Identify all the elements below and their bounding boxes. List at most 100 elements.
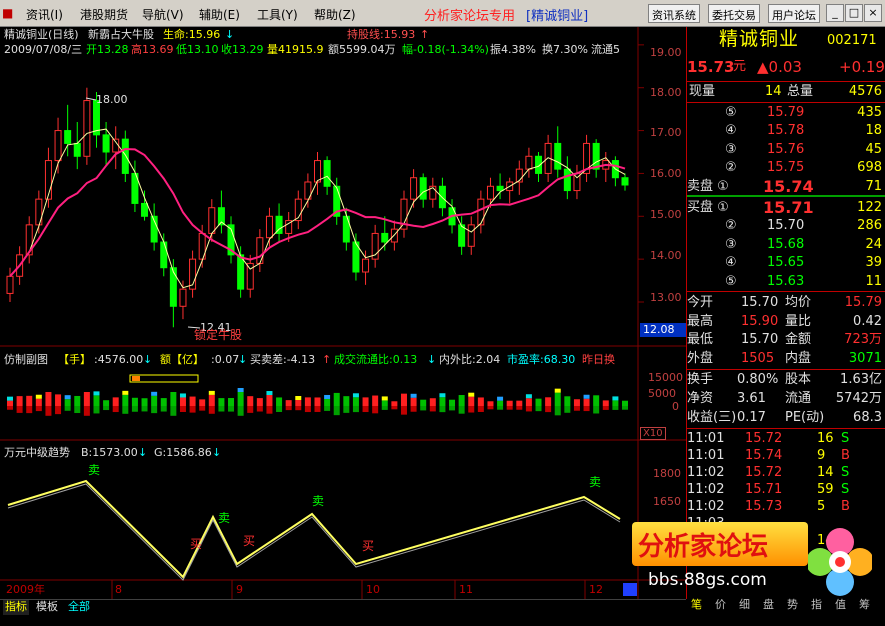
xaxis-label: 8	[115, 583, 122, 596]
stat-label: 流通	[785, 391, 812, 406]
menu-nav[interactable]: 导航(V)	[142, 6, 184, 23]
high-marker: 18.00	[96, 93, 128, 106]
candle-body	[73, 142, 81, 157]
vol-bar-top	[304, 397, 311, 406]
bottom-bar: 指标 模板 全部	[0, 599, 686, 626]
stats-amplitude: 振4.38%	[490, 43, 536, 56]
vol-bar-cap	[208, 390, 215, 395]
stat-label: 股本	[785, 372, 812, 387]
trade-button[interactable]: 委托交易	[708, 4, 760, 23]
buy-volume: 11	[865, 273, 882, 289]
vol-bar-top	[535, 398, 542, 406]
candle-body	[265, 215, 273, 239]
sub1-vol: :4576.00	[94, 353, 144, 366]
signal-sell: 卖	[589, 475, 602, 489]
stat-value: 0.17	[737, 410, 766, 425]
sub1-ytick: 15000	[648, 371, 683, 384]
menu-tools[interactable]: 工具(Y)	[257, 6, 298, 23]
vol-bar-top	[593, 395, 600, 406]
vol-bar-top	[525, 398, 532, 406]
vol-bar-bottom	[199, 406, 206, 411]
tab-indicator[interactable]: 指标	[3, 600, 29, 615]
vol-bar-cap	[497, 396, 504, 401]
vol-bar-top	[343, 396, 350, 406]
maximize-icon[interactable]: □	[845, 4, 863, 22]
tab-all[interactable]: 全部	[66, 600, 92, 615]
candle-body	[121, 138, 129, 174]
vol-bar-bottom	[449, 406, 456, 411]
vol-bar-bottom	[16, 406, 23, 413]
scale-button[interactable]: X10	[640, 427, 666, 440]
stat-label: 换手	[687, 372, 714, 387]
vol-bar-bottom	[573, 406, 580, 411]
hold-line-label: 持股线:15.93	[347, 28, 416, 41]
stats-low: 低13.10	[176, 43, 219, 56]
vol-bar-bottom	[189, 406, 196, 413]
vol-bar-top	[497, 400, 504, 406]
forum-button[interactable]: 用户论坛	[768, 4, 820, 23]
stat-row: 最高 15.90 量比 0.42	[687, 312, 885, 332]
menu-hk-futures[interactable]: 港股期货	[80, 6, 128, 23]
candle-body	[381, 232, 389, 243]
menu-assist[interactable]: 辅助(E)	[199, 6, 240, 23]
vol-bar-top	[429, 398, 436, 406]
vol-bar-bottom	[372, 406, 379, 414]
stat-value: 3071	[848, 350, 882, 366]
vol-bar-cap	[468, 392, 475, 397]
candle-body	[419, 177, 427, 200]
vol-bar-top	[516, 400, 523, 406]
vol-bar-bottom	[237, 406, 244, 416]
vol-bar-bottom	[420, 406, 427, 411]
vol-bar-bottom	[55, 406, 62, 415]
vol-bar-top	[179, 397, 186, 406]
app-icon[interactable]: ■	[2, 6, 13, 20]
watermark-title: 分析家论坛	[638, 532, 769, 562]
vol-bar-top	[554, 392, 561, 406]
ytick: 18.00	[650, 86, 682, 99]
menu-news[interactable]: 资讯(I)	[26, 6, 63, 23]
sell-volume: 45	[865, 141, 882, 157]
chart-area[interactable]: 精诚铜业(日线) 新霸占大牛股 生命:15.96 ↓ 持股线:15.93 ↑ 2…	[0, 27, 686, 599]
vol-bar-bottom	[228, 406, 235, 412]
candle-body	[486, 185, 494, 200]
close-icon[interactable]: ×	[864, 4, 882, 22]
kline-svg[interactable]	[0, 27, 686, 599]
vol-bar-top	[141, 398, 148, 406]
buy-level: ⑤	[725, 273, 737, 289]
indicator-name: 新霸占大牛股	[88, 28, 154, 41]
sub2-g: G:1586.86	[154, 446, 212, 459]
vol-bar-bottom	[74, 406, 81, 414]
candle-body	[256, 237, 264, 264]
buy-row: ④ 15.65 39	[687, 253, 885, 273]
vol-bar-top	[487, 401, 494, 406]
stats-close: 收13.29	[221, 43, 264, 56]
xaxis-label: 2009年	[6, 583, 45, 596]
vol-bar-bottom	[324, 406, 331, 411]
quote-panel: 精诚铜业 002171 15.73 元 ▲0.03 +0.19 现量 14 总量…	[686, 27, 885, 611]
stat-label: 内盘	[785, 350, 812, 366]
vol-bar-top	[612, 400, 619, 406]
tab-template[interactable]: 模板	[34, 600, 60, 615]
minimize-icon[interactable]: _	[826, 4, 844, 22]
vol-bar-top	[602, 400, 609, 406]
vol-bar-top	[324, 398, 331, 406]
news-system-button[interactable]: 资讯系统	[648, 4, 700, 23]
candle-body	[410, 177, 418, 200]
candle-body	[362, 258, 370, 273]
sell-volume: 18	[865, 123, 882, 139]
vol-bar-top	[93, 395, 100, 406]
vol-bar-top	[285, 400, 292, 406]
vol-bar-bottom	[583, 406, 590, 412]
buy-price: 15.63	[767, 273, 805, 289]
stat-value: 68.3	[853, 410, 882, 425]
menu-help[interactable]: 帮助(Z)	[314, 6, 356, 23]
stat-row: 今开 15.70 均价 15.79	[687, 293, 885, 313]
vol-bar-top	[26, 395, 33, 406]
xaxis-label: 11	[459, 583, 473, 596]
vol-bar-top	[83, 392, 90, 406]
candle-body	[160, 241, 168, 269]
buy-row: 买盘 ① 15.71 122	[687, 198, 885, 218]
vol-bar-bottom	[545, 406, 552, 413]
vol-bar-bottom	[160, 406, 167, 412]
vol-bar-bottom	[64, 406, 71, 411]
